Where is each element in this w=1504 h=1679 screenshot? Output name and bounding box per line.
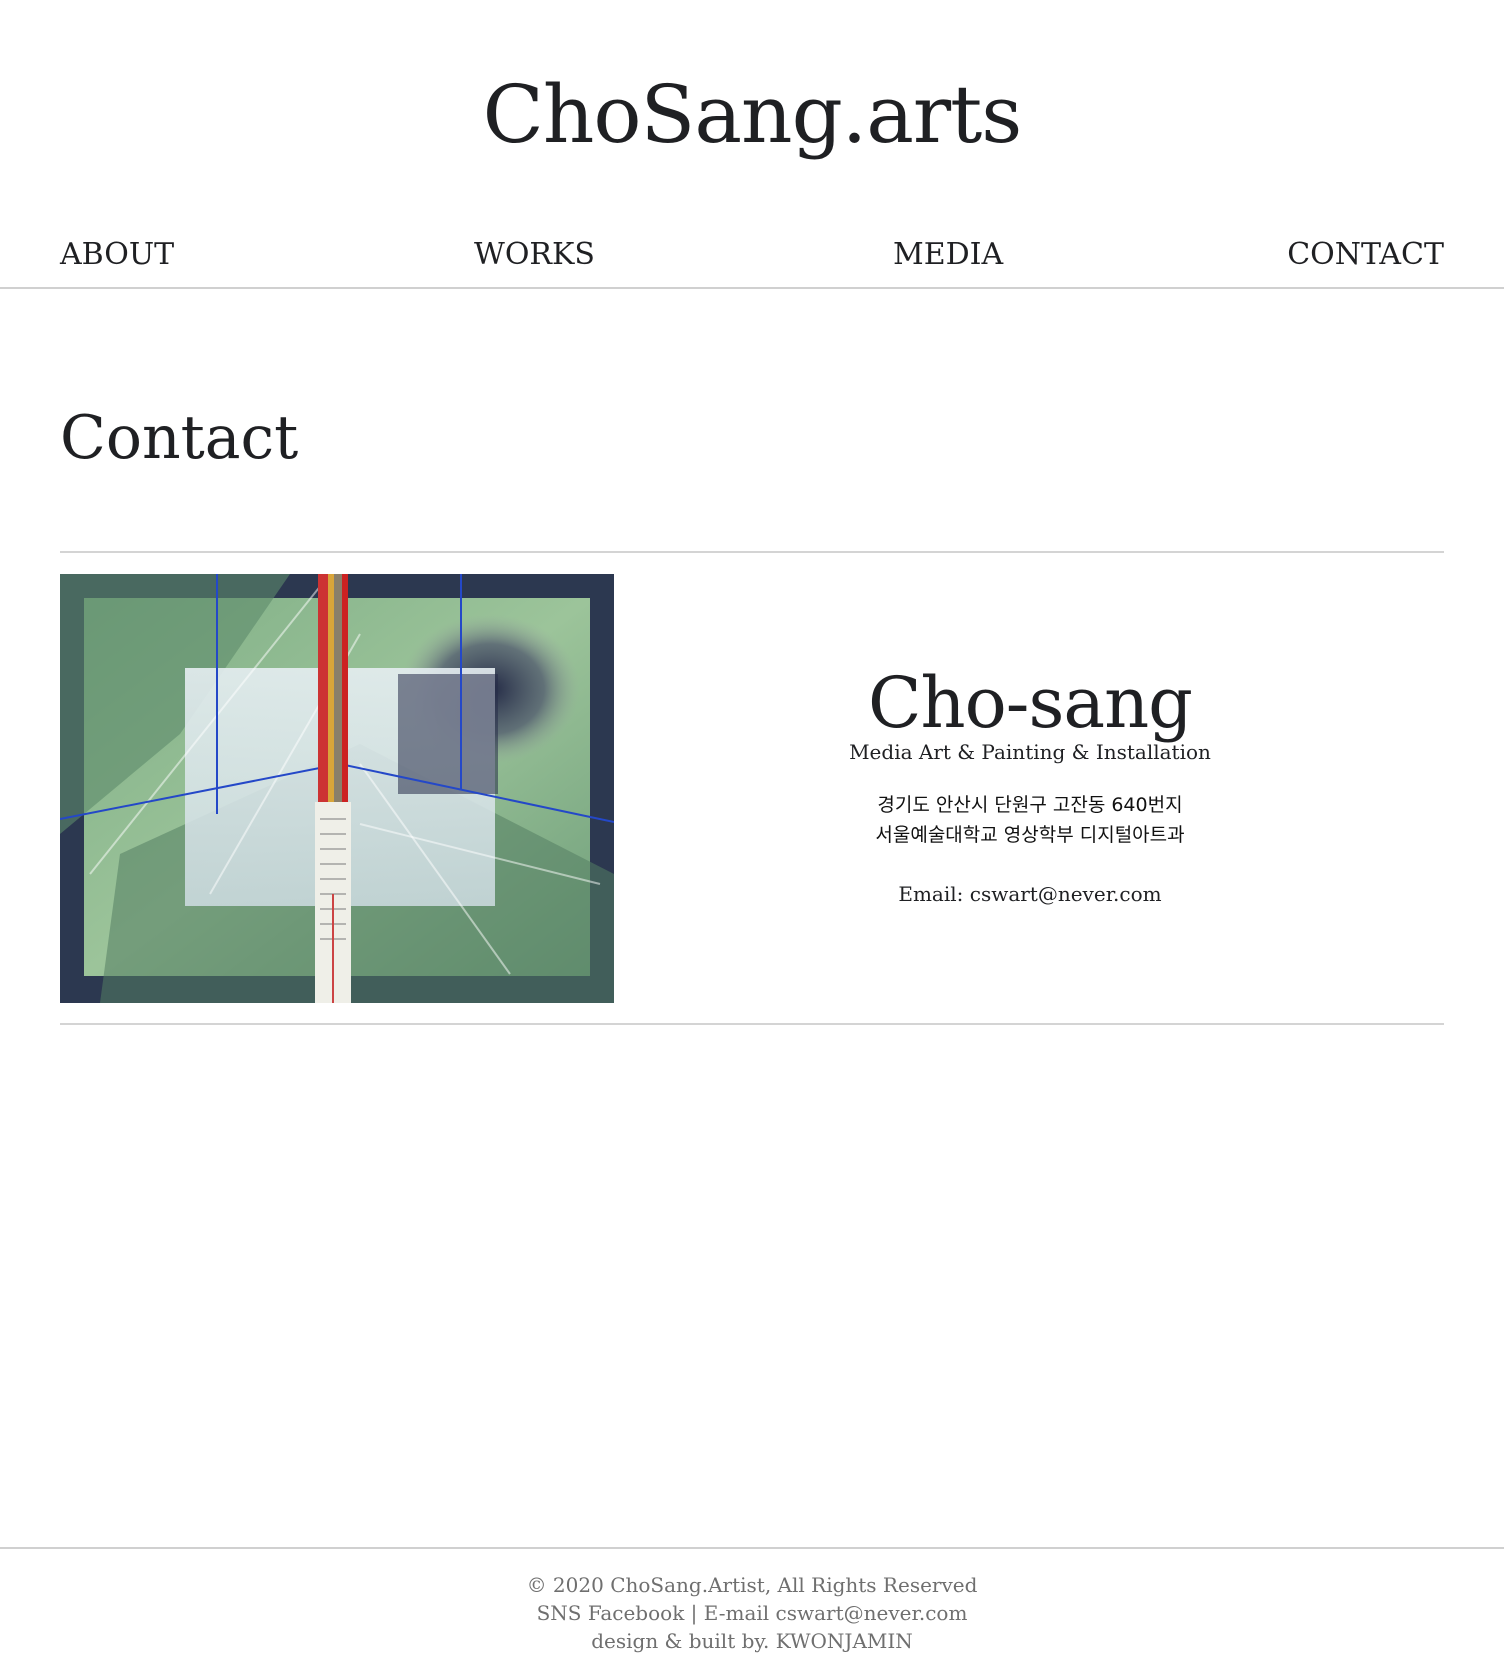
nav-item-media[interactable]: MEDIA bbox=[893, 235, 1003, 275]
contact-email[interactable]: Email: cswart@never.com bbox=[820, 879, 1240, 909]
artist-name: Cho-sang bbox=[868, 662, 1193, 744]
site-title[interactable]: ChoSang.arts bbox=[0, 60, 1504, 170]
main-nav: ABOUT WORKS MEDIA CONTACT bbox=[0, 225, 1504, 289]
footer-credit: design & built by. KWONJAMIN bbox=[591, 1629, 913, 1653]
address: 경기도 안산시 단원구 고잔동 640번지 서울예술대학교 영상학부 디지털아트… bbox=[820, 790, 1240, 850]
nav-item-contact[interactable]: CONTACT bbox=[1287, 235, 1444, 275]
page-heading: Contact bbox=[60, 403, 299, 473]
divider-bottom bbox=[60, 1023, 1444, 1025]
footer: © 2020 ChoSang.Artist, All Rights Reserv… bbox=[0, 1547, 1504, 1679]
nav-item-works[interactable]: WORKS bbox=[474, 235, 595, 275]
contact-card: Cho-sang Media Art & Painting & Installa… bbox=[820, 660, 1240, 909]
artist-subtitle: Media Art & Painting & Installation bbox=[849, 740, 1211, 764]
nav-item-about[interactable]: ABOUT bbox=[60, 235, 174, 275]
footer-copyright: © 2020 ChoSang.Artist, All Rights Reserv… bbox=[526, 1573, 978, 1597]
address-line-2: 서울예술대학교 영상학부 디지털아트과 bbox=[875, 824, 1185, 846]
address-line-1: 경기도 안산시 단원구 고잔동 640번지 bbox=[877, 794, 1183, 816]
divider-top bbox=[60, 551, 1444, 553]
artwork-image bbox=[60, 574, 614, 1003]
footer-contact[interactable]: SNS Facebook | E-mail cswart@never.com bbox=[0, 1599, 1504, 1627]
